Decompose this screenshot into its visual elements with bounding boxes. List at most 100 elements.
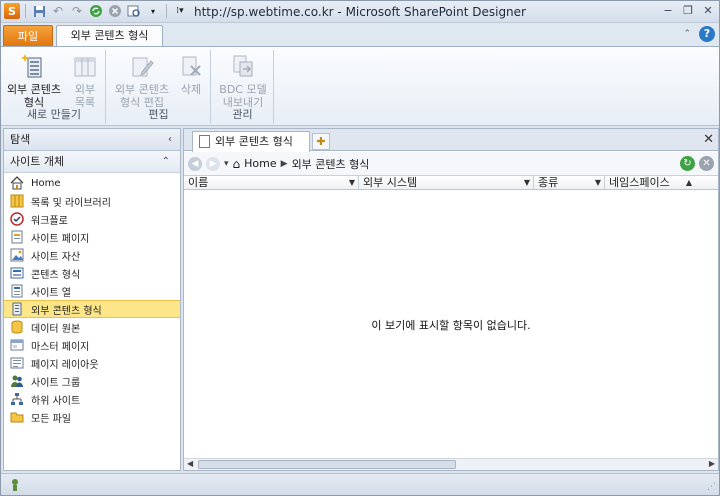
nav-item-label: 콘텐츠 형식 [31,269,81,281]
nav-item-workflows[interactable]: 워크플로 [4,210,180,228]
stop-icon[interactable]: ✕ [699,156,714,171]
column-label: 네임스페이스 [609,176,670,189]
home-icon: ⌂ [232,156,241,171]
tab-file[interactable]: 파일 [3,25,53,46]
refresh-icon[interactable]: ↻ [680,156,695,171]
sort-ascending-icon[interactable]: ▲ [686,176,692,189]
column-header-name[interactable]: 이름 ▼ [184,176,359,190]
nav-item-label: 사이트 열 [31,287,71,299]
content-type-icon [10,267,24,279]
workflow-icon [10,212,24,226]
nav-item-label: 하위 사이트 [31,395,81,407]
page-layout-icon [10,357,24,369]
nav-item-label: 워크플로 [31,215,68,227]
help-icon[interactable]: ? [699,26,715,42]
ribbon-group-new: 외부 콘텐츠 형식 외부 목록 새로 만들기 [3,50,106,124]
delete-button[interactable]: 삭제 [175,52,207,96]
nav-item-label: 외부 콘텐츠 형식 [31,305,102,317]
column-label: 종류 [538,176,559,189]
new-external-content-type-icon [21,54,42,78]
external-list-icon [74,57,96,77]
navigation-header: 탐색 ‹ [4,129,180,151]
nav-item-data-sources[interactable]: 데이터 원본 [4,318,180,336]
forward-arrow-icon[interactable]: ▶ [206,156,220,171]
chevron-left-icon[interactable]: ‹ [168,129,172,150]
ribbon-group-label: 편집 [148,108,169,121]
back-arrow-icon[interactable]: ◀ [188,156,202,171]
button-label: 외부 [74,83,96,96]
nav-item-label: 모든 파일 [31,413,71,425]
new-tab-icon[interactable]: ✚ [312,133,330,150]
ribbon-tabs: 파일 외부 콘텐츠 형식 ⌃ ? [1,23,719,47]
breadcrumb-actions: ↻ ✕ [680,156,714,171]
scrollbar-thumb[interactable] [198,460,456,469]
window-controls: − ❐ ✕ [661,4,715,18]
breadcrumb-home-link[interactable]: Home [244,157,276,170]
scroll-right-icon[interactable]: ▶ [709,459,715,468]
nav-item-label: Home [31,177,61,189]
nav-item-subsites[interactable]: 하위 사이트 [4,390,180,408]
column-label: 외부 시스템 [363,176,418,189]
ribbon-group-label: 새로 만들기 [26,108,82,121]
nav-item-all-files[interactable]: 모든 파일 [4,408,180,426]
close-icon[interactable]: ✕ [701,4,715,18]
export-bdc-model-button[interactable]: BDC 모델 내보내기 [214,52,272,109]
ribbon: 외부 콘텐츠 형식 외부 목록 새로 만들기 외부 콘텐츠 형식 편집 삭제 편… [1,46,719,126]
connection-status-icon[interactable] [9,478,23,492]
filter-dropdown-icon[interactable]: ▼ [524,176,530,189]
breadcrumb-current[interactable]: 외부 콘텐츠 형식 [292,156,370,172]
nav-item-label: 페이지 레이아웃 [31,359,99,371]
page-icon [11,230,23,244]
filter-dropdown-icon[interactable]: ▼ [595,176,601,189]
column-header-row: 이름 ▼ 외부 시스템 ▼ 종류 ▼ 네임스페이스 ▲ [184,176,718,190]
external-list-button[interactable]: 외부 목록 [67,52,103,109]
app-window: S ↶ ↷ ▾ ⁞▾ http://sp.webtime.co.kr - Mic… [0,0,720,496]
asset-icon [10,248,24,262]
chevron-right-icon: ▶ [280,158,288,169]
restore-icon[interactable]: ❐ [681,4,695,18]
nav-item-site-assets[interactable]: 사이트 자산 [4,246,180,264]
column-header-namespace[interactable]: 네임스페이스 ▲ [605,176,718,190]
nav-item-page-layouts[interactable]: 페이지 레이아웃 [4,354,180,372]
list-icon [10,194,24,208]
minimize-icon[interactable]: − [661,4,675,18]
breadcrumb: ◀ ▶ ▾ ⌂ Home ▶ 외부 콘텐츠 형식 ↻ ✕ [184,152,718,176]
nav-item-site-groups[interactable]: 사이트 그룹 [4,372,180,390]
tab-external-content-types-page[interactable]: 외부 콘텐츠 형식 [192,131,310,152]
title-bar: S ↶ ↷ ▾ ⁞▾ http://sp.webtime.co.kr - Mic… [1,1,719,23]
status-bar: ⋰ [1,473,719,495]
horizontal-scrollbar[interactable]: ◀ ▶ [184,458,718,470]
button-label: BDC 모델 [219,83,267,96]
scroll-left-icon[interactable]: ◀ [187,459,193,468]
collapse-ribbon-icon[interactable]: ⌃ [683,29,691,39]
resize-grip-icon[interactable]: ⋰ [707,482,716,492]
history-dropdown-icon[interactable]: ▾ [224,159,229,169]
nav-item-label: 사이트 자산 [31,251,81,263]
nav-item-home[interactable]: Home [4,174,180,192]
tab-external-content-types[interactable]: 외부 콘텐츠 형식 [56,25,163,47]
window-title: http://sp.webtime.co.kr - Microsoft Shar… [194,5,526,19]
nav-item-site-columns[interactable]: 사이트 열 [4,282,180,300]
column-label: 이름 [188,176,209,189]
filter-dropdown-icon[interactable]: ▼ [349,176,355,189]
site-objects-section[interactable]: 사이트 개체 ⌃ [4,151,180,173]
column-header-external-system[interactable]: 외부 시스템 ▼ [359,176,534,190]
site-objects-label: 사이트 개체 [10,155,65,168]
column-icon [11,284,23,298]
chevron-up-icon[interactable]: ⌃ [162,151,170,173]
close-tab-icon[interactable]: ✕ [703,132,714,147]
new-external-content-type-button[interactable]: 외부 콘텐츠 형식 [5,52,63,109]
export-bdc-model-icon [233,55,253,77]
nav-item-master-pages[interactable]: 마스터 페이지 [4,336,180,354]
tab-label: 외부 콘텐츠 형식 [215,135,293,148]
nav-item-lists-libraries[interactable]: 목록 및 라이브러리 [4,192,180,210]
nav-item-site-pages[interactable]: 사이트 페이지 [4,228,180,246]
empty-list-message: 이 보기에 표시할 항목이 없습니다. [371,319,531,332]
ribbon-right-controls: ⌃ ? [683,26,715,42]
ribbon-group-label: 관리 [232,108,253,121]
nav-item-content-types[interactable]: 콘텐츠 형식 [4,264,180,282]
column-header-type[interactable]: 종류 ▼ [534,176,605,190]
edit-external-content-type-button[interactable]: 외부 콘텐츠 형식 편집 [111,52,173,109]
nav-item-external-content-types[interactable]: 외부 콘텐츠 형식 [4,300,180,318]
ribbon-group-edit: 외부 콘텐츠 형식 편집 삭제 편집 [107,50,211,124]
